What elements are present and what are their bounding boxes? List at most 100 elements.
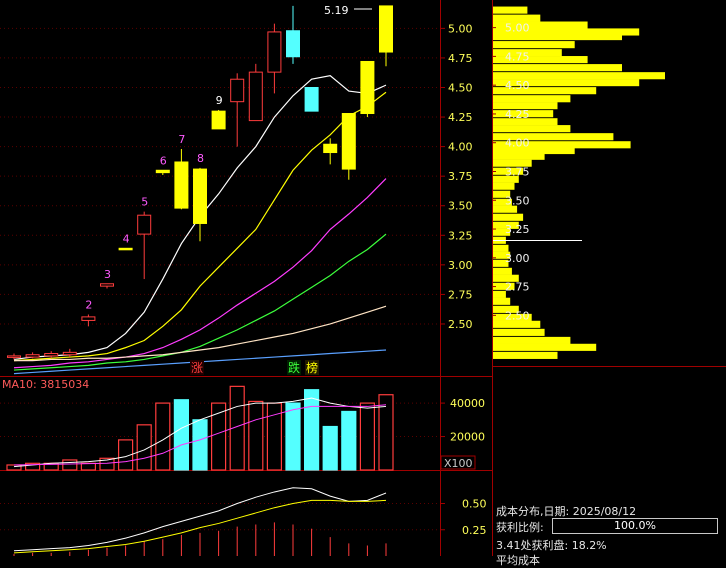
average-cost-line: 平均成本 xyxy=(496,554,540,567)
candle-body xyxy=(44,353,59,357)
volume-bar xyxy=(80,462,97,471)
candle-body xyxy=(7,355,21,358)
candle-body xyxy=(25,354,40,358)
candle-body xyxy=(211,110,226,130)
price-tick-label: 4.25 xyxy=(448,111,473,124)
sequence-label: 8 xyxy=(197,152,204,165)
chip-tick-label: 2.75 xyxy=(505,281,530,294)
tag-bang: 榜 xyxy=(306,360,318,375)
volume-bar xyxy=(285,402,301,471)
price-tick-label: 3.00 xyxy=(448,259,473,272)
chip-tick-label: 3.25 xyxy=(505,223,530,236)
sequence-label: 5 xyxy=(141,196,148,209)
price-tick-label: 3.75 xyxy=(448,170,473,183)
chip-bar xyxy=(493,297,511,305)
indicator-grid xyxy=(0,503,440,531)
candle-body xyxy=(81,316,96,321)
candle-body xyxy=(267,31,282,73)
chip-bar xyxy=(493,41,575,49)
candle-body xyxy=(248,71,263,122)
price-tick-label: 4.50 xyxy=(448,81,473,94)
candle-body xyxy=(230,78,245,103)
candle-body xyxy=(155,169,170,174)
chip-bar xyxy=(493,95,571,103)
price-tick-label: 2.50 xyxy=(448,318,473,331)
chip-tick-label: 4.00 xyxy=(505,137,530,150)
chip-tick-label: 3.50 xyxy=(505,194,530,207)
profit-ratio-bar: 100.0% xyxy=(552,518,718,534)
volume-bar xyxy=(192,419,208,471)
price-tick-label: 3.50 xyxy=(448,200,473,213)
candle-body xyxy=(360,60,375,115)
indicator-tick-label: 0.50 xyxy=(462,498,487,511)
chip-bar xyxy=(493,328,545,336)
volume-tick-label: 20000 xyxy=(450,431,485,444)
volume-bar xyxy=(378,394,394,471)
tag-die: 跌 xyxy=(288,360,300,375)
chip-bar xyxy=(493,267,512,275)
sequence-label: 4 xyxy=(123,232,130,245)
chip-tick-label: 4.75 xyxy=(505,50,530,63)
volume-tick-label: 40000 xyxy=(450,397,485,410)
price-axis: 5.00 4.75 4.50 4.25 4.00 3.75 3.50 3.25 3.00 2.75… xyxy=(440,22,473,331)
sequence-label: 9 xyxy=(216,94,223,107)
candlestick-series[interactable] xyxy=(7,5,393,360)
chip-tick-label: 2.50 xyxy=(505,309,530,322)
candle-body xyxy=(323,143,338,154)
sequence-label: 2 xyxy=(85,299,92,312)
price-tick-label: 3.25 xyxy=(448,229,473,242)
volume-bar xyxy=(304,389,320,471)
chip-tick-label: 3.75 xyxy=(505,165,530,178)
candle-body xyxy=(62,351,77,356)
volume-axis: 40000 20000 xyxy=(440,397,485,444)
volume-bar xyxy=(359,402,375,471)
chip-tick-label: 4.50 xyxy=(505,79,530,92)
candle-body xyxy=(118,247,133,251)
candle-body xyxy=(286,30,300,58)
candle-body xyxy=(341,113,356,170)
profit-ratio-value: 100.0% xyxy=(614,519,656,532)
chip-bar xyxy=(493,351,558,359)
indicator-tick-label: 0.25 xyxy=(462,524,487,537)
price-tick-label: 4.75 xyxy=(448,52,473,65)
candle-body xyxy=(100,283,114,287)
chip-bar xyxy=(493,336,571,344)
volume-unit-label: X100 xyxy=(444,457,473,470)
profit-at-price-line: 3.41处获利盘: 18.2% xyxy=(496,539,607,552)
price-tick-label: 2.75 xyxy=(448,288,473,301)
chip-tick-label: 5.00 xyxy=(505,22,530,35)
candle-body xyxy=(304,86,319,112)
chip-bar xyxy=(493,182,515,190)
profit-ratio-label: 获利比例: xyxy=(496,521,544,534)
candle-body xyxy=(193,168,207,224)
price-tick-label: 5.00 xyxy=(448,22,473,35)
chip-bar xyxy=(493,290,506,298)
volume-bar xyxy=(62,459,78,471)
candle-body xyxy=(174,161,189,209)
chip-tick-label: 4.25 xyxy=(505,108,530,121)
tag-zhang: 涨 xyxy=(191,360,203,375)
candle-body xyxy=(379,5,393,53)
sequence-label: 6 xyxy=(160,154,167,167)
volume-ma10-readout: MA10: 3815034 xyxy=(2,378,89,391)
volume-bar xyxy=(248,400,264,471)
chip-bar xyxy=(493,213,524,221)
price-tick-label: 4.00 xyxy=(448,141,473,154)
volume-bar xyxy=(341,410,357,471)
stock-chart-canvas[interactable]: 2 3 4 5 678 9 5.00 4.75 4.50 4.25 4.00 3.75 3.50 3.2… xyxy=(0,0,726,556)
chip-date-line: 成本分布,日期: 2025/08/12 xyxy=(496,505,637,518)
sequence-label: 3 xyxy=(104,268,111,281)
chip-bar xyxy=(493,152,545,160)
volume-bar xyxy=(322,425,338,471)
chip-tick-label: 3.00 xyxy=(505,252,530,265)
sequence-label: 7 xyxy=(178,133,185,146)
high-price-label: 5.19 xyxy=(324,4,349,17)
candle-body xyxy=(137,214,152,235)
indicator-axis: 0.50 0.25 xyxy=(440,498,487,537)
signal-tags: 涨 跌 榜 xyxy=(190,360,319,375)
chip-bar xyxy=(493,64,622,72)
volume-bars[interactable] xyxy=(6,385,394,471)
chip-bar xyxy=(493,125,571,133)
chip-bar xyxy=(493,6,528,14)
chip-bar xyxy=(493,343,597,351)
